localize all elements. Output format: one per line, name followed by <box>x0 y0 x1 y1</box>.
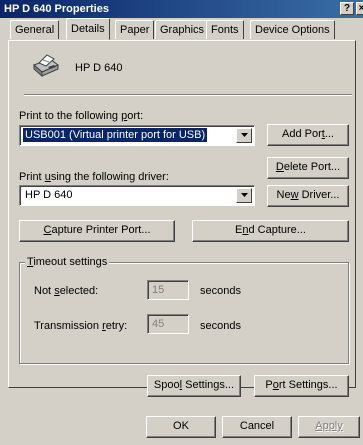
not-selected-unit: seconds <box>200 285 241 297</box>
chevron-down-icon[interactable] <box>236 188 252 203</box>
tab-details[interactable]: Details <box>66 18 110 40</box>
end-capture-button[interactable]: End Capture... <box>192 220 349 242</box>
capture-printer-port-button[interactable]: Capture Printer Port... <box>19 220 175 242</box>
add-port-button[interactable]: Add Port... <box>267 124 349 146</box>
apply-button[interactable]: Apply <box>298 416 360 438</box>
port-value: USB001 (Virtual printer port for USB) <box>23 128 208 142</box>
ok-button[interactable]: OK <box>146 416 216 438</box>
port-settings-button[interactable]: Port Settings... <box>254 375 349 397</box>
driver-combobox[interactable]: HP D 640 <box>19 185 255 206</box>
tab-device-options[interactable]: Device Options <box>250 20 335 39</box>
spool-settings-button[interactable]: Spool Settings... <box>147 375 241 397</box>
timeout-groupbox <box>19 262 349 364</box>
printer-name: HP D 640 <box>75 62 123 74</box>
cancel-button[interactable]: Cancel <box>222 416 292 438</box>
tab-graphics[interactable]: Graphics <box>155 20 210 39</box>
close-button[interactable]: × <box>356 2 363 15</box>
help-button[interactable]: ? <box>340 2 354 15</box>
port-combobox[interactable]: USB001 (Virtual printer port for USB) <box>19 125 255 146</box>
window-title: HP D 640 Properties <box>4 3 109 15</box>
port-label: Print to the following port: <box>19 110 144 122</box>
transmission-retry-input[interactable]: 45 <box>147 314 189 334</box>
printer-icon <box>30 53 60 82</box>
transmission-retry-unit: seconds <box>200 320 241 332</box>
new-driver-button[interactable]: New Driver... <box>267 185 349 207</box>
not-selected-input[interactable]: 15 <box>147 280 189 300</box>
tab-general[interactable]: General <box>10 20 60 39</box>
driver-label: Print using the following driver: <box>19 171 169 183</box>
tab-paper[interactable]: Paper <box>115 20 155 39</box>
timeout-group-title: Timeout settings <box>25 255 110 269</box>
tab-fonts[interactable]: Fonts <box>206 20 244 39</box>
driver-value: HP D 640 <box>25 189 73 201</box>
not-selected-label: Not selected: <box>34 285 99 297</box>
transmission-retry-label: Transmission retry: <box>34 320 128 332</box>
chevron-down-icon[interactable] <box>236 128 252 143</box>
delete-port-button[interactable]: Delete Port... <box>267 157 349 179</box>
